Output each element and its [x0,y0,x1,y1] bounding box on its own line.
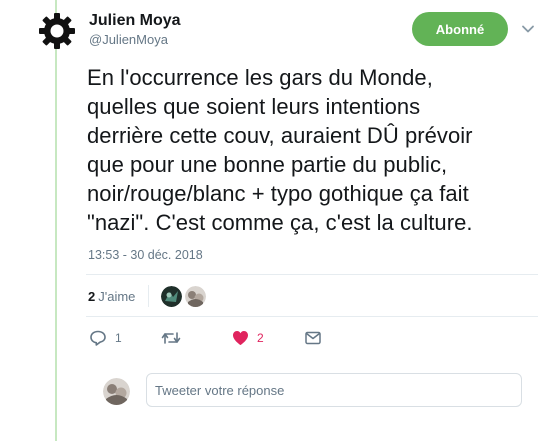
author-name[interactable]: Julien Moya [89,11,181,31]
liker-avatar[interactable] [161,285,183,307]
retweet-icon[interactable] [161,330,181,346]
likes-separator [148,285,150,307]
author-header[interactable]: Julien Moya @JulienMoya [89,11,181,49]
tweet-text: En l'occurrence les gars du Monde, quell… [87,65,473,235]
reply-count: 1 [115,331,122,345]
likes-label[interactable]: J'aime [98,289,135,304]
author-handle[interactable]: @JulienMoya [89,31,181,49]
gear-icon[interactable] [38,12,76,50]
envelope-icon[interactable] [305,331,321,345]
tweet-timestamp[interactable]: 13:53 - 30 déc. 2018 [88,248,203,262]
chevron-down-icon[interactable] [521,22,535,36]
reply-action[interactable]: 1 [89,328,122,348]
divider [86,316,538,317]
direct-message-action[interactable] [305,328,321,348]
avatar [103,378,130,405]
liker-avatar[interactable] [185,285,207,307]
likes-count[interactable]: 2 [88,289,95,304]
tweet-actions: 1 2 [89,328,349,348]
heart-icon[interactable] [232,330,249,346]
likes-row[interactable]: 2 J'aime [88,285,209,307]
divider [86,274,538,275]
like-count: 2 [257,331,264,345]
retweet-action[interactable] [161,328,189,348]
follow-button[interactable]: Abonné [412,12,508,46]
like-action[interactable]: 2 [232,328,264,348]
reply-icon[interactable] [89,329,107,347]
reply-input[interactable] [146,373,522,407]
reply-area [0,362,555,441]
